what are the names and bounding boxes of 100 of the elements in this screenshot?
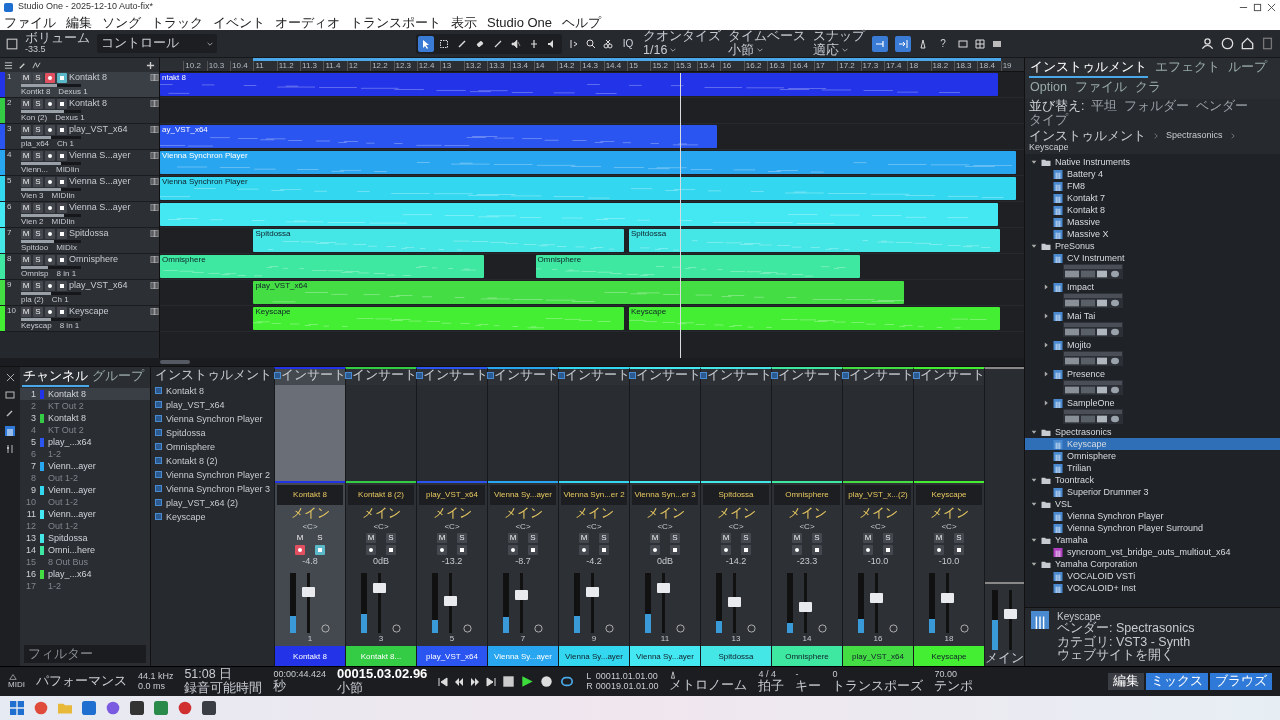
close-icon[interactable] <box>5 373 15 382</box>
insert-checkbox[interactable] <box>345 372 352 380</box>
record-button[interactable] <box>295 545 305 556</box>
insert-checkbox[interactable] <box>558 372 565 380</box>
expanded-arrow-icon[interactable] <box>1031 561 1037 568</box>
record-button[interactable] <box>366 545 376 556</box>
instrument-item[interactable]: Vienna Synchron Player 3 <box>155 482 270 495</box>
track-header[interactable]: 10 M S Keyscape Keyscap 8 in 1 <box>0 306 159 332</box>
mute-button[interactable]: M <box>21 72 31 83</box>
channel-item[interactable]: 3 Kontakt 8 <box>20 412 150 424</box>
midi-clip[interactable]: Keyscape <box>629 307 1000 330</box>
knob-icon[interactable] <box>392 624 401 634</box>
panel-icon[interactable] <box>992 38 1002 49</box>
view-button[interactable]: 編集 <box>1108 673 1144 690</box>
iq-button[interactable]: IQ <box>620 35 636 52</box>
mute-button[interactable]: M <box>21 124 31 135</box>
scrollbar-thumb[interactable] <box>160 360 190 364</box>
monitor-button[interactable] <box>457 545 467 556</box>
browser-item[interactable]: Massive X <box>1025 228 1280 241</box>
monitor-button[interactable] <box>57 176 67 187</box>
expanded-arrow-icon[interactable] <box>1031 501 1037 508</box>
browser-item[interactable]: syncroom_vst_bridge_outs_multiout_x64 <box>1025 546 1280 559</box>
mute-button[interactable]: M <box>21 228 31 239</box>
solo-button[interactable]: S <box>528 533 538 544</box>
solo-button[interactable]: S <box>599 533 609 544</box>
channel-strip[interactable]: インサート play_VST_x...(2) メイン <C> M S -10.0 16 play_VST_x64 <box>842 367 913 666</box>
record-button[interactable] <box>45 176 55 187</box>
knob-icon[interactable] <box>960 624 969 634</box>
channel-item[interactable]: 5 play_...x64 <box>20 436 150 448</box>
browser-item[interactable]: Kontakt 8 <box>1025 204 1280 217</box>
keyboard-icon[interactable] <box>3 426 17 436</box>
menu-item[interactable]: ファイル <box>4 14 56 30</box>
browser-item[interactable]: Yamaha <box>1025 534 1280 547</box>
midi-clip[interactable]: Spitdossa <box>629 229 1000 252</box>
browser-item[interactable]: Native Instruments <box>1025 156 1280 169</box>
record-button[interactable] <box>437 545 447 556</box>
mute-button[interactable]: M <box>437 533 447 544</box>
solo-button[interactable]: S <box>33 98 43 109</box>
input-dropdown[interactable]: Vienn... <box>21 165 48 175</box>
filter-field[interactable]: フィルター <box>24 645 146 663</box>
browser-item[interactable]: Trilian <box>1025 462 1280 475</box>
browser-item[interactable]: VSL <box>1025 498 1280 511</box>
play-icon[interactable] <box>521 675 535 688</box>
midi-clip[interactable]: Omnisphere <box>160 255 484 278</box>
volume-slider[interactable] <box>21 265 81 269</box>
solo-button[interactable]: S <box>33 124 43 135</box>
knob-icon[interactable] <box>321 624 330 634</box>
insert-checkbox[interactable] <box>629 372 636 380</box>
track-header[interactable]: 7 M S Spitdossa Spitdoo MIDIx <box>0 228 159 254</box>
channel-strip[interactable]: インサート Vienna Sy...ayer メイン <C> M S -8.7 7 Vienna Sy...ayer <box>487 367 558 666</box>
zoom-icon[interactable] <box>586 38 596 49</box>
instrument-item[interactable]: Vienna Synchron Player <box>155 412 270 425</box>
mute-button[interactable]: M <box>934 533 944 544</box>
midi-clip[interactable]: Spitdossa <box>253 229 624 252</box>
monitor-button[interactable] <box>315 545 325 556</box>
mute-button[interactable]: M <box>21 98 31 109</box>
browser-item[interactable]: Presence <box>1025 368 1280 381</box>
solo-button[interactable]: S <box>33 228 43 239</box>
monitor-button[interactable] <box>57 150 67 161</box>
website-link[interactable]: ウェブサイトを開く <box>1057 649 1174 663</box>
mute-button[interactable]: M <box>21 306 31 317</box>
solo-button[interactable]: S <box>741 533 751 544</box>
automation-icon[interactable] <box>32 60 41 70</box>
instrument-item[interactable]: Omnisphere <box>155 440 270 453</box>
loop-icon[interactable] <box>559 675 576 688</box>
arrow-tool[interactable] <box>418 35 434 52</box>
track-header[interactable]: 6 M S Vienna S...ayer Vien 2 MIDIin <box>0 202 159 228</box>
channel-item[interactable]: 8 Out 1-2 <box>20 472 150 484</box>
mute-button[interactable]: M <box>21 254 31 265</box>
channel-strip[interactable]: インサート play_VST_x64 メイン <C> M S -13.2 5 play_VST_x64 <box>416 367 487 666</box>
browser-item[interactable]: PreSonus <box>1025 240 1280 253</box>
track-header[interactable]: 5 M S Vienna S...ayer Vien 3 MIDIin <box>0 176 159 202</box>
midi-clip[interactable]: play_VST_x64 <box>253 281 905 304</box>
channel-item[interactable]: 14 Omni...here <box>20 544 150 556</box>
browser-tab[interactable]: ファイル <box>1073 79 1128 98</box>
sort-option[interactable]: フォルダー <box>1124 100 1190 114</box>
monitor-button[interactable] <box>528 545 538 556</box>
midi-clip[interactable]: ay_VST_x64 <box>160 125 718 148</box>
browser-item[interactable]: Superior Drummer 3 <box>1025 486 1280 499</box>
view-button[interactable]: ブラウズ <box>1210 673 1272 690</box>
skip-end-icon[interactable] <box>486 676 497 687</box>
fast-rewind-icon[interactable] <box>454 676 465 687</box>
browser-item[interactable]: Mojito <box>1025 339 1280 352</box>
follow-toggle[interactable] <box>895 35 911 52</box>
record-button[interactable] <box>45 228 55 239</box>
midi-clip[interactable]: Keyscape <box>253 307 624 330</box>
app-icon[interactable] <box>178 701 192 715</box>
monitor-button[interactable] <box>57 98 67 109</box>
wrench-icon[interactable] <box>5 408 15 418</box>
instrument-item[interactable]: Keyscape <box>155 510 270 523</box>
list-icon[interactable] <box>4 60 13 70</box>
help-button[interactable]: ? <box>935 35 951 52</box>
record-button[interactable] <box>45 72 55 83</box>
browser-tab[interactable]: エフェクト <box>1154 59 1221 78</box>
channel-dropdown[interactable]: Ch 1 <box>57 139 74 149</box>
mute-button[interactable]: M <box>863 533 873 544</box>
volume-slider[interactable] <box>21 213 81 217</box>
browser-item[interactable]: CV Instrument <box>1025 252 1280 265</box>
channel-strip[interactable]: インサート Spitdossa メイン <C> M S -14.2 13 Spitdossa <box>700 367 771 666</box>
record-button[interactable] <box>45 306 55 317</box>
